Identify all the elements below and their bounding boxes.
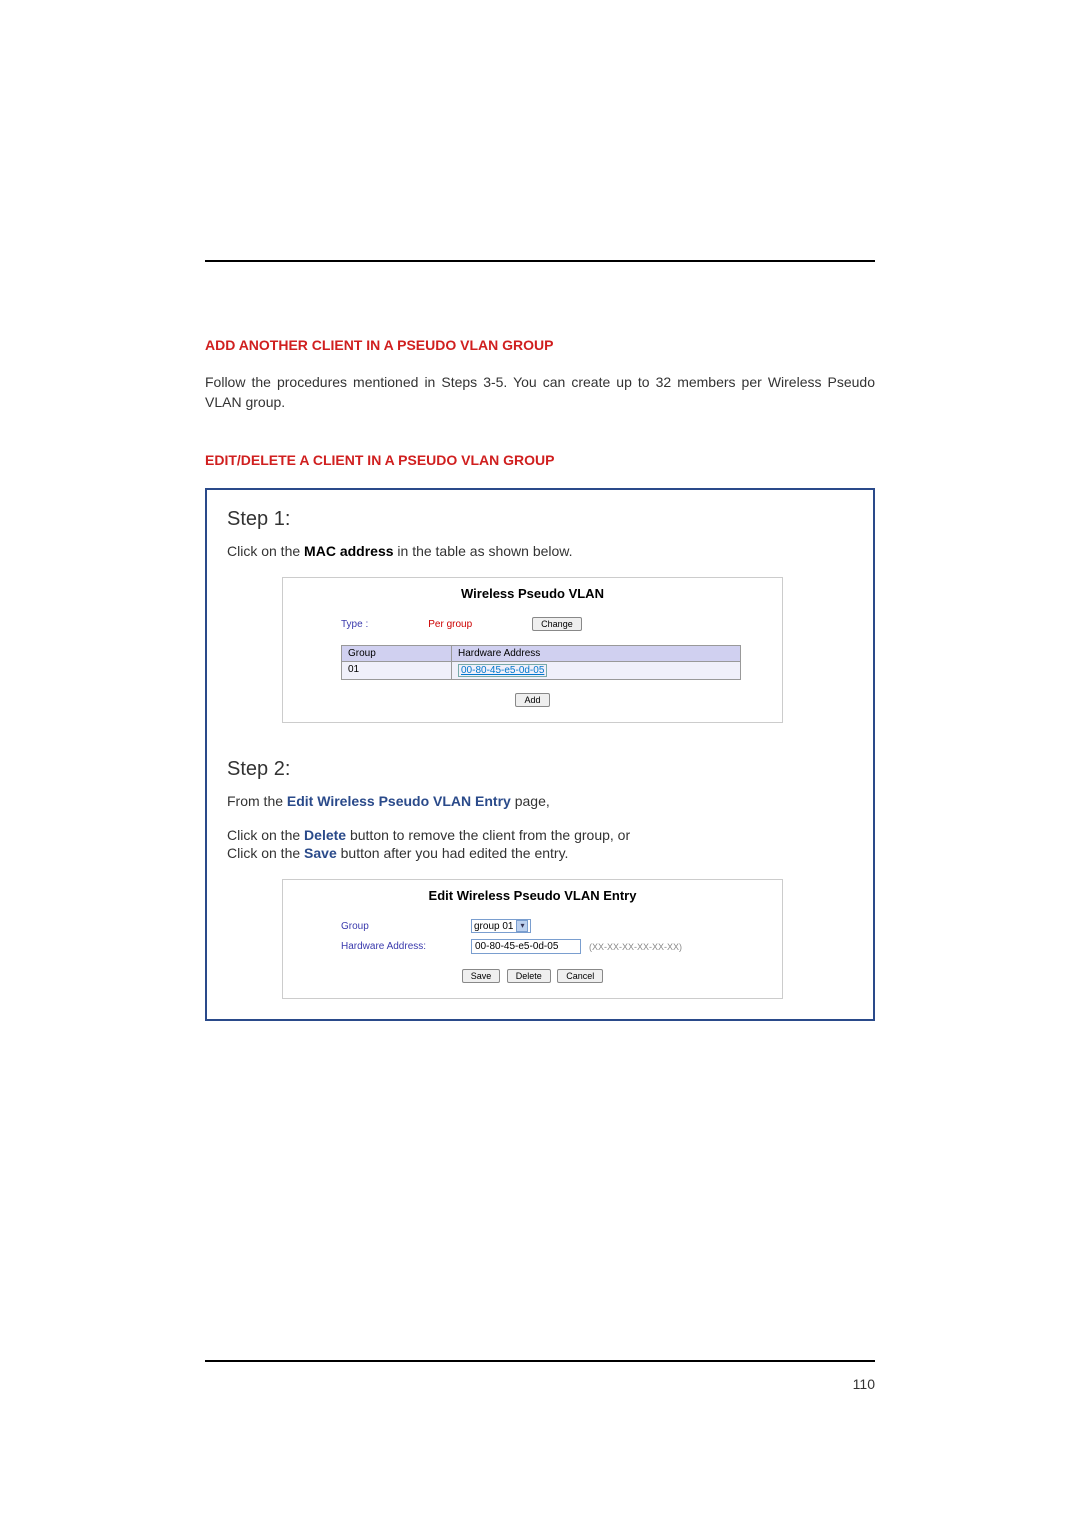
section-heading-edit-delete: EDIT/DELETE A CLIENT IN A PSEUDO VLAN GR…: [205, 452, 875, 468]
wireless-pseudo-vlan-panel: Wireless Pseudo VLAN Type : Per group Ch…: [282, 577, 783, 723]
address-format-hint: (XX-XX-XX-XX-XX-XX): [589, 942, 682, 952]
save-button[interactable]: Save: [462, 969, 501, 983]
type-value: Per group: [428, 619, 472, 630]
cell-mac: 00-80-45-e5-0d-05: [452, 662, 740, 679]
address-row: Hardware Address: 00-80-45-e5-0d-05 (XX-…: [341, 939, 774, 954]
edit-form: Group group 01 ▾ Hardware Address: 00-80…: [341, 919, 774, 954]
group-row: Group group 01 ▾: [341, 919, 774, 933]
table-row: 01 00-80-45-e5-0d-05: [341, 662, 741, 680]
chevron-down-icon: ▾: [516, 920, 528, 932]
change-button[interactable]: Change: [532, 617, 582, 631]
type-label: Type :: [341, 619, 368, 630]
mac-address-bold: MAC address: [304, 543, 393, 559]
body-text-add-client: Follow the procedures mentioned in Steps…: [205, 373, 875, 412]
step-box: Step 1: Click on the MAC address in the …: [205, 488, 875, 1021]
group-select[interactable]: group 01 ▾: [471, 919, 531, 933]
table-header: Group Hardware Address: [341, 645, 741, 662]
add-button-row: Add: [291, 690, 774, 708]
bottom-horizontal-rule: [205, 1360, 875, 1362]
top-horizontal-rule: [205, 260, 875, 262]
vlan-table: Group Hardware Address 01 00-80-45-e5-0d…: [341, 645, 741, 680]
delete-bold: Delete: [304, 827, 346, 843]
address-label: Hardware Address:: [341, 941, 471, 952]
hardware-address-input[interactable]: 00-80-45-e5-0d-05: [471, 939, 581, 954]
step2-title: Step 2:: [227, 758, 853, 781]
page-number: 110: [853, 1376, 875, 1392]
step1-instruction: Click on the MAC address in the table as…: [227, 543, 853, 559]
delete-button[interactable]: Delete: [507, 969, 551, 983]
step2-line1: From the Edit Wireless Pseudo VLAN Entry…: [227, 793, 853, 809]
section-heading-add-client: ADD ANOTHER CLIENT IN A PSEUDO VLAN GROU…: [205, 337, 875, 353]
edit-page-name: Edit Wireless Pseudo VLAN Entry: [287, 793, 511, 809]
col-header-address: Hardware Address: [452, 646, 740, 661]
edit-vlan-entry-panel: Edit Wireless Pseudo VLAN Entry Group gr…: [282, 879, 783, 999]
edit-button-row: Save Delete Cancel: [291, 966, 774, 984]
edit-panel-title: Edit Wireless Pseudo VLAN Entry: [291, 888, 774, 903]
add-button[interactable]: Add: [515, 693, 549, 707]
cell-group: 01: [342, 662, 452, 679]
step2-line3: Click on the Save button after you had e…: [227, 845, 853, 861]
group-label: Group: [341, 921, 471, 932]
step2-block: Step 2: From the Edit Wireless Pseudo VL…: [227, 758, 853, 999]
save-bold: Save: [304, 845, 337, 861]
col-header-group: Group: [342, 646, 452, 661]
mac-address-link[interactable]: 00-80-45-e5-0d-05: [458, 664, 547, 677]
cancel-button[interactable]: Cancel: [557, 969, 603, 983]
type-row: Type : Per group Change: [341, 617, 774, 631]
page-content: ADD ANOTHER CLIENT IN A PSEUDO VLAN GROU…: [0, 0, 1080, 1021]
panel-title: Wireless Pseudo VLAN: [291, 586, 774, 601]
step2-line2: Click on the Delete button to remove the…: [227, 827, 853, 843]
step1-title: Step 1:: [227, 508, 853, 531]
